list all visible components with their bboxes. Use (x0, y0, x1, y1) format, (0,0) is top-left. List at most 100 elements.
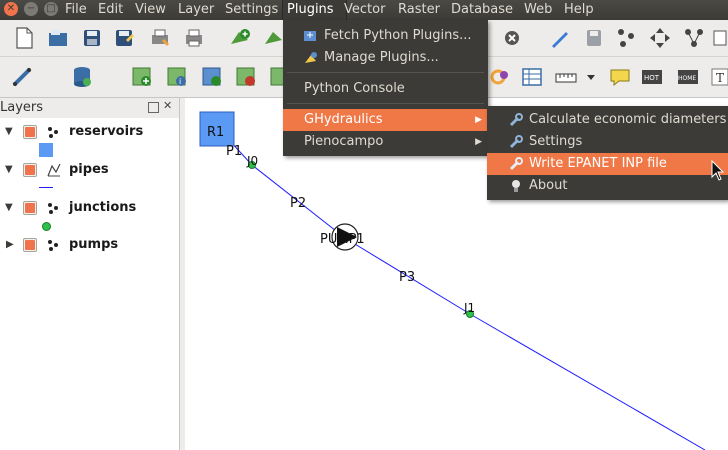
menu-file[interactable]: File (61, 0, 91, 20)
svg-text:HOME: HOME (678, 75, 696, 82)
svg-text:i: i (179, 77, 181, 86)
save-project-icon[interactable] (80, 26, 104, 50)
expand-arrow-icon[interactable]: ▼ (5, 164, 13, 175)
digitize-pen-icon[interactable] (548, 26, 572, 50)
maximize-window-button[interactable]: □ (44, 2, 58, 16)
point-layer-icon (48, 240, 58, 251)
plugins-menu: Fetch Python Plugins... Manage Plugins..… (283, 20, 488, 156)
menu-item-ghydraulics[interactable]: GHydraulics ▶ (283, 109, 488, 131)
lightbulb-icon (512, 180, 520, 192)
expand-arrow-icon[interactable]: ▼ (5, 202, 13, 213)
layers-panel: ▼ reservoirs ▼ pipes ▼ junctions ▶ pumps (0, 118, 184, 450)
expand-arrow-icon[interactable]: ▼ (5, 126, 13, 137)
wrench-icon (509, 113, 523, 127)
layer-item-pumps[interactable]: ▶ pumps (0, 235, 180, 255)
add-raster-layer-icon[interactable] (200, 65, 224, 89)
menu-view[interactable]: View (131, 0, 170, 20)
close-panel-icon[interactable]: ✕ (163, 99, 172, 112)
database-icon[interactable] (70, 65, 94, 89)
menu-separator (287, 103, 484, 104)
pipe-line-p4 (469, 313, 706, 450)
menu-item-python-console[interactable]: Python Console (283, 78, 488, 100)
remove-layer-icon[interactable] (234, 65, 258, 89)
save-edits-icon[interactable] (582, 26, 606, 50)
menu-item-about[interactable]: About (487, 175, 728, 197)
copy-features-icon[interactable] (712, 26, 728, 50)
print-composer-icon[interactable] (148, 26, 172, 50)
layer-visibility-checkbox[interactable] (23, 201, 37, 215)
close-window-button[interactable]: ✕ (4, 2, 18, 16)
collapse-arrow-icon[interactable]: ▶ (6, 239, 14, 250)
menu-web[interactable]: Web (520, 0, 556, 20)
node-tool-icon[interactable] (614, 26, 638, 50)
menu-raster[interactable]: Raster (394, 0, 444, 20)
menu-settings[interactable]: Settings (221, 0, 282, 20)
highlight-tool-icon[interactable] (488, 65, 512, 89)
layers-panel-title: Layers (0, 100, 44, 115)
open-project-icon[interactable] (46, 26, 70, 50)
menu-layer[interactable]: Layer (174, 0, 218, 20)
menu-plugins[interactable]: Plugins (282, 0, 347, 21)
layer-item-reservoirs[interactable]: ▼ reservoirs (0, 122, 180, 142)
layer-item-pipes[interactable]: ▼ pipes (0, 160, 180, 180)
menu-help[interactable]: Help (560, 0, 598, 20)
delete-selected-icon[interactable] (500, 26, 524, 50)
point-layer-icon (48, 203, 58, 214)
svg-text:T: T (716, 71, 724, 85)
layer-item-junctions[interactable]: ▼ junctions (0, 198, 180, 218)
layer-name: reservoirs (69, 124, 144, 139)
submenu-arrow-icon: ▶ (475, 115, 482, 125)
layer-name: pipes (69, 162, 109, 177)
menu-item-pienocampo[interactable]: Pienocampo ▶ (283, 131, 488, 153)
text-annotation-icon[interactable]: T (710, 65, 728, 89)
measure-line-icon[interactable] (10, 65, 34, 89)
point-layer-icon (48, 127, 58, 138)
menu-database[interactable]: Database (447, 0, 517, 20)
map-tips-icon[interactable] (608, 65, 632, 89)
split-features-icon[interactable] (682, 26, 706, 50)
reservoir-legend-symbol (39, 143, 53, 157)
junction-legend-symbol (42, 222, 51, 231)
pan-arrows-icon[interactable] (648, 26, 672, 50)
svg-text:HOT: HOT (644, 74, 660, 82)
label-pipe3: P3 (399, 270, 416, 285)
attribute-table-icon[interactable] (520, 65, 544, 89)
pipe-legend-symbol (39, 187, 53, 188)
wrench-icon (509, 135, 523, 149)
label-pipe1: P1 (226, 144, 243, 159)
float-panel-icon[interactable] (148, 102, 159, 113)
label-pipe2: P2 (290, 196, 307, 211)
wrench-icon (509, 157, 523, 171)
new-project-icon[interactable] (12, 26, 36, 50)
print-icon[interactable] (182, 26, 206, 50)
menu-item-settings[interactable]: Settings (487, 131, 728, 153)
menu-item-write-epanet-inp[interactable]: Write EPANET INP file (487, 153, 728, 175)
plugin-manage-icon (305, 52, 317, 63)
measure-ruler-icon[interactable] (554, 65, 578, 89)
layer-name: pumps (69, 237, 119, 252)
label-pump: PUMP1 (320, 232, 365, 247)
menu-item-fetch-plugins[interactable]: Fetch Python Plugins... (283, 25, 488, 47)
show-bookmarks-icon[interactable]: HOME (676, 65, 700, 89)
menu-bar: ✕ − □ File Edit View Layer Settings Plug… (0, 0, 728, 21)
submenu-arrow-icon: ▶ (475, 137, 482, 147)
new-bookmark-icon[interactable]: HOT (640, 65, 664, 89)
add-vector-layer-icon[interactable] (130, 65, 154, 89)
layer-visibility-checkbox[interactable] (23, 238, 37, 252)
mouse-cursor-icon (711, 160, 725, 181)
layer-visibility-checkbox[interactable] (23, 125, 37, 139)
dropdown-arrow-icon[interactable] (584, 65, 598, 89)
layers-panel-header: Layers ✕ (0, 98, 183, 118)
layer-visibility-checkbox[interactable] (23, 163, 37, 177)
label-junction1: J1 (464, 301, 476, 315)
menu-edit[interactable]: Edit (94, 0, 127, 20)
menu-separator (287, 72, 484, 73)
minimize-window-button[interactable]: − (24, 2, 38, 16)
identify-features-icon[interactable]: i (165, 65, 189, 89)
ghydraulics-submenu: Calculate economic diameters Settings Wr… (487, 106, 728, 200)
menu-item-manage-plugins[interactable]: Manage Plugins... (283, 47, 488, 69)
menu-item-calculate-diameters[interactable]: Calculate economic diameters (487, 109, 728, 131)
add-feature-icon[interactable] (228, 26, 252, 50)
save-as-icon[interactable] (112, 26, 136, 50)
menu-vector[interactable]: Vector (340, 0, 389, 20)
